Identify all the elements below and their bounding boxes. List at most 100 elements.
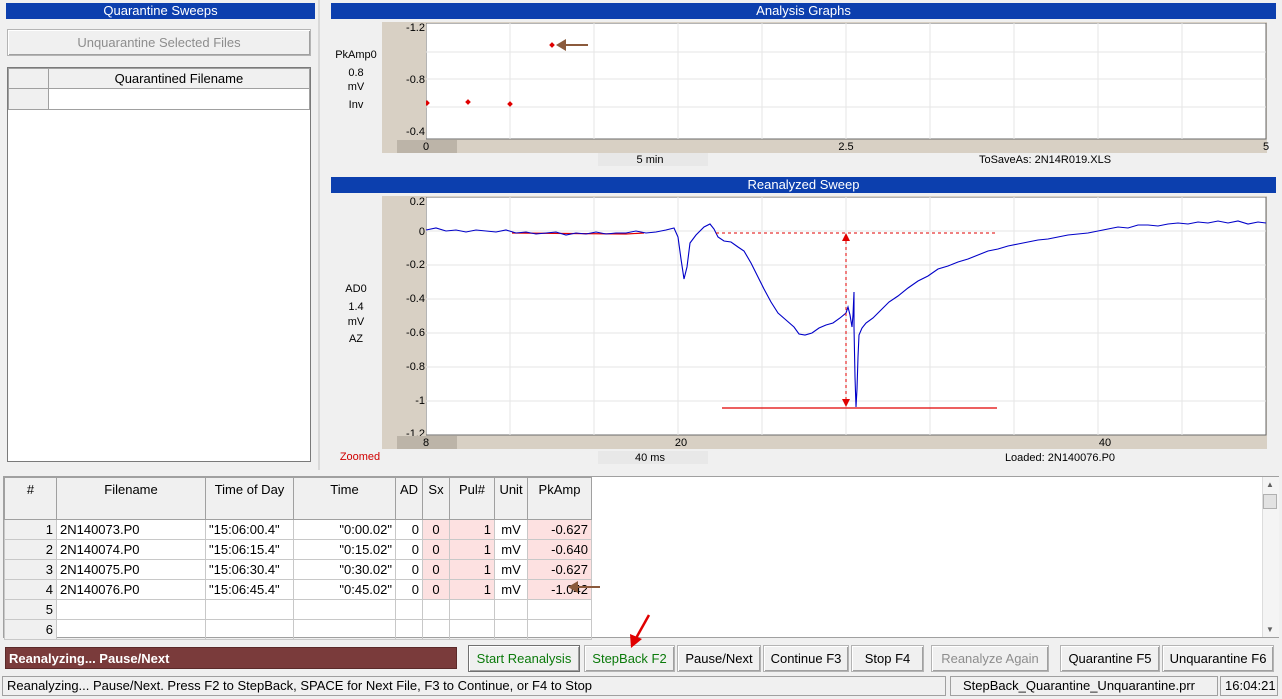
col-header-sx[interactable]: Sx <box>422 477 450 520</box>
stop-button[interactable]: Stop F4 <box>851 645 924 672</box>
cell-time-of-day[interactable]: "15:06:30.4" <box>205 559 294 580</box>
results-table: # Filename Time of Day Time AD Sx Pul# U… <box>4 477 592 640</box>
cell-sx[interactable] <box>422 619 450 640</box>
cell-pulse[interactable] <box>449 619 495 640</box>
quarantined-files-grid[interactable]: Quarantined Filename <box>7 67 311 462</box>
cell-ad[interactable]: 0 <box>395 559 423 580</box>
reanalysis-status-panel: Reanalyzing... Pause/Next <box>5 647 457 669</box>
analysis-y-tick: -0.4 <box>406 126 425 138</box>
cell-filename[interactable] <box>56 599 206 620</box>
unquarantine-button[interactable]: Unquarantine F6 <box>1162 645 1274 672</box>
point-annotation-arrow-icon <box>556 39 588 51</box>
cell-sx[interactable]: 0 <box>422 519 450 540</box>
cell-ad[interactable]: 0 <box>395 579 423 600</box>
cell-pulse[interactable] <box>449 599 495 620</box>
cell-unit[interactable]: mV <box>494 519 528 540</box>
cell-ad[interactable]: 0 <box>395 539 423 560</box>
col-header-time[interactable]: Time <box>293 477 396 520</box>
continue-button[interactable]: Continue F3 <box>763 645 849 672</box>
cell-pulse[interactable]: 1 <box>449 539 495 560</box>
col-header-pulse[interactable]: Pul# <box>449 477 495 520</box>
table-row[interactable]: 2 2N140074.P0 "15:06:15.4" "0:15.02" 0 0… <box>4 539 592 560</box>
cell-pulse[interactable]: 1 <box>449 559 495 580</box>
grid-row-header[interactable] <box>8 88 49 110</box>
scroll-up-icon[interactable]: ▲ <box>1264 480 1276 490</box>
cell-ad[interactable]: 0 <box>395 519 423 540</box>
cell-filename[interactable]: 2N140073.P0 <box>56 519 206 540</box>
analysis-graphs-title: Analysis Graphs <box>331 3 1276 19</box>
col-header-filename[interactable]: Filename <box>56 477 206 520</box>
table-row[interactable]: 6 <box>4 619 592 640</box>
cell-filename[interactable]: 2N140075.P0 <box>56 559 206 580</box>
quarantined-filename-cell[interactable] <box>47 88 311 110</box>
cell-sx[interactable]: 0 <box>422 539 450 560</box>
pause-next-button[interactable]: Pause/Next <box>677 645 761 672</box>
sweep-x-scale: 40 ms <box>635 452 665 464</box>
sweep-x-axis-strip <box>382 436 1267 449</box>
cell-unit[interactable]: mV <box>494 539 528 560</box>
scroll-down-icon[interactable]: ▼ <box>1264 625 1276 635</box>
col-header-ad[interactable]: AD <box>395 477 423 520</box>
cell-pkamp[interactable]: -0.627 <box>527 519 592 540</box>
table-row[interactable]: 4 2N140076.P0 "15:06:45.4" "0:45.02" 0 0… <box>4 579 592 600</box>
analysis-plot[interactable] <box>426 23 1267 140</box>
sweep-y-tick: -0.4 <box>406 293 425 305</box>
cell-time[interactable] <box>293 619 396 640</box>
cell-pkamp[interactable] <box>527 619 592 640</box>
cell-ad[interactable] <box>395 599 423 620</box>
cell-time[interactable]: "0:15.02" <box>293 539 396 560</box>
row-number: 4 <box>4 579 57 600</box>
cell-sx[interactable] <box>422 599 450 620</box>
sweep-x-tick: 20 <box>674 437 688 449</box>
reanalyzed-sweep-title: Reanalyzed Sweep <box>331 177 1276 193</box>
analysis-y-mode: Inv <box>348 99 364 111</box>
zoom-state-label: Zoomed <box>339 451 381 463</box>
unquarantine-selected-button[interactable]: Unquarantine Selected Files <box>7 29 311 56</box>
cell-pkamp[interactable]: -0.627 <box>527 559 592 580</box>
cell-time-of-day[interactable] <box>205 599 294 620</box>
cell-time[interactable]: "0:30.02" <box>293 559 396 580</box>
cell-time-of-day[interactable]: "15:06:45.4" <box>205 579 294 600</box>
sweep-y-tick: -1 <box>415 395 425 407</box>
cell-sx[interactable]: 0 <box>422 559 450 580</box>
cell-time[interactable]: "0:45.02" <box>293 579 396 600</box>
reanalyze-again-button[interactable]: Reanalyze Again <box>931 645 1049 672</box>
cell-ad[interactable] <box>395 619 423 640</box>
cell-filename[interactable]: 2N140076.P0 <box>56 579 206 600</box>
col-header-unit[interactable]: Unit <box>494 477 528 520</box>
cell-pkamp[interactable] <box>527 599 592 620</box>
cell-filename[interactable] <box>56 619 206 640</box>
col-header-pkamp[interactable]: PkAmp <box>527 477 592 520</box>
quarantine-title: Quarantine Sweeps <box>6 3 315 19</box>
cell-time-of-day[interactable]: "15:06:15.4" <box>205 539 294 560</box>
quarantined-filename-header: Quarantined Filename <box>47 68 311 89</box>
col-header-time-of-day[interactable]: Time of Day <box>205 477 294 520</box>
sweep-y-scale: 1.4 <box>348 301 364 313</box>
cell-pulse[interactable]: 1 <box>449 579 495 600</box>
table-row[interactable]: 3 2N140075.P0 "15:06:30.4" "0:30.02" 0 0… <box>4 559 592 580</box>
analysis-x-tick: 5 <box>1262 141 1270 153</box>
sweep-y-tick: -0.8 <box>406 361 425 373</box>
cell-time-of-day[interactable]: "15:06:00.4" <box>205 519 294 540</box>
cell-unit[interactable]: mV <box>494 559 528 580</box>
cell-time[interactable] <box>293 599 396 620</box>
cell-time-of-day[interactable] <box>205 619 294 640</box>
start-reanalysis-button[interactable]: Start Reanalysis <box>468 645 580 672</box>
table-row[interactable]: 1 2N140073.P0 "15:06:00.4" "0:00.02" 0 0… <box>4 519 592 540</box>
table-row[interactable]: 5 <box>4 599 592 620</box>
scroll-thumb[interactable] <box>1263 494 1277 509</box>
col-header-number[interactable]: # <box>4 477 57 520</box>
stepback-pointer-arrow-icon <box>630 614 651 648</box>
sweep-plot[interactable] <box>426 197 1267 436</box>
cell-time[interactable]: "0:00.02" <box>293 519 396 540</box>
cell-sx[interactable]: 0 <box>422 579 450 600</box>
quarantine-button[interactable]: Quarantine F5 <box>1060 645 1160 672</box>
splitter[interactable] <box>318 0 320 470</box>
cell-pkamp[interactable]: -0.640 <box>527 539 592 560</box>
cell-unit[interactable] <box>494 599 528 620</box>
row-number: 1 <box>4 519 57 540</box>
cell-unit[interactable] <box>494 619 528 640</box>
cell-pulse[interactable]: 1 <box>449 519 495 540</box>
cell-unit[interactable]: mV <box>494 579 528 600</box>
cell-filename[interactable]: 2N140074.P0 <box>56 539 206 560</box>
